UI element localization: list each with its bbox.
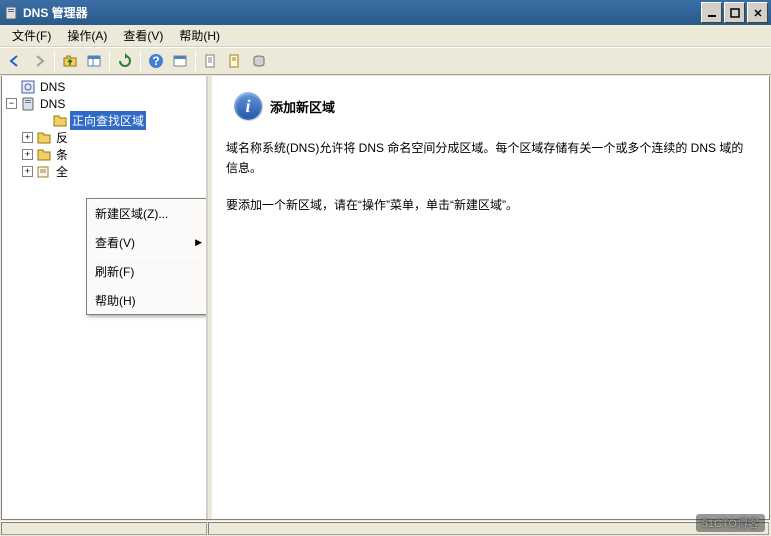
server-icon — [20, 97, 36, 111]
back-button[interactable] — [4, 50, 26, 72]
tree-root[interactable]: DNS — [2, 78, 206, 95]
tree-item-forward-lookup[interactable]: 正向查找区域 — [2, 112, 206, 129]
ctx-new-zone[interactable]: 新建区域(Z)... — [89, 201, 208, 225]
status-bar — [1, 521, 770, 535]
ctx-label: 新建区域(Z)... — [95, 205, 168, 222]
tree-item-conditional-forwarders[interactable]: + 条 — [2, 146, 206, 163]
svg-text:?: ? — [152, 54, 159, 68]
menu-view[interactable]: 查看(V) — [115, 25, 171, 46]
app-icon — [3, 5, 19, 21]
window-title: DNS 管理器 — [23, 4, 701, 21]
tool-icon-2[interactable] — [224, 50, 246, 72]
maximize-button[interactable] — [724, 2, 745, 23]
submenu-arrow-icon: ▶ — [195, 237, 202, 248]
menu-bar: 文件(F) 操作(A) 查看(V) 帮助(H) — [0, 25, 771, 47]
collapse-icon[interactable]: − — [6, 98, 17, 109]
up-folder-button[interactable] — [59, 50, 81, 72]
show-hide-tree-button[interactable] — [83, 50, 105, 72]
menu-action[interactable]: 操作(A) — [59, 25, 115, 46]
tree-server[interactable]: − DNS — [2, 95, 206, 112]
toolbar: ? — [0, 47, 771, 75]
folder-icon — [36, 148, 52, 162]
ctx-help[interactable]: 帮助(H) — [89, 288, 208, 312]
tool-icon-1[interactable] — [200, 50, 222, 72]
ctx-view[interactable]: 查看(V) ▶ — [89, 230, 208, 254]
ctx-separator — [90, 256, 208, 257]
forward-button[interactable] — [28, 50, 50, 72]
tree-pane: DNS − DNS 正向查找区域 + 反 + 条 + 全 — [2, 76, 208, 519]
status-pane-left — [1, 522, 207, 535]
ctx-separator — [90, 285, 208, 286]
folder-icon — [52, 114, 68, 128]
expand-icon[interactable]: + — [22, 149, 33, 160]
ctx-label: 刷新(F) — [95, 263, 134, 280]
tree-item-global-logs[interactable]: + 全 — [2, 163, 206, 180]
tree-server-label: DNS — [38, 96, 67, 112]
tree-item-reverse-lookup[interactable]: + 反 — [2, 129, 206, 146]
folder-icon — [36, 131, 52, 145]
ctx-separator — [90, 227, 208, 228]
close-button[interactable] — [747, 2, 768, 23]
log-folder-icon — [36, 165, 52, 179]
title-bar: DNS 管理器 — [0, 0, 771, 25]
status-pane-right — [208, 522, 769, 535]
tree-item-label: 正向查找区域 — [70, 111, 146, 130]
help-button[interactable]: ? — [145, 50, 167, 72]
content-title: 添加新区域 — [270, 97, 335, 116]
tree-root-label: DNS — [38, 79, 67, 95]
ctx-label: 查看(V) — [95, 234, 135, 251]
tree-item-label: 全 — [54, 162, 70, 181]
dns-root-icon — [20, 80, 36, 94]
menu-file[interactable]: 文件(F) — [4, 25, 59, 46]
properties-button[interactable] — [169, 50, 191, 72]
minimize-button[interactable] — [701, 2, 722, 23]
ctx-refresh[interactable]: 刷新(F) — [89, 259, 208, 283]
info-icon: i — [234, 92, 262, 120]
expand-icon[interactable]: + — [22, 166, 33, 177]
ctx-label: 帮助(H) — [95, 292, 136, 309]
content-pane: i 添加新区域 域名称系统(DNS)允许将 DNS 命名空间分成区域。每个区域存… — [212, 76, 769, 519]
refresh-button[interactable] — [114, 50, 136, 72]
tool-icon-3[interactable] — [248, 50, 270, 72]
content-paragraph: 域名称系统(DNS)允许将 DNS 命名空间分成区域。每个区域存储有关一个或多个… — [226, 138, 755, 179]
expand-icon[interactable]: + — [22, 132, 33, 143]
content-paragraph: 要添加一个新区域，请在“操作”菜单，单击“新建区域”。 — [226, 195, 755, 215]
menu-help[interactable]: 帮助(H) — [171, 25, 228, 46]
context-menu: 新建区域(Z)... 查看(V) ▶ 刷新(F) 帮助(H) — [86, 198, 208, 315]
